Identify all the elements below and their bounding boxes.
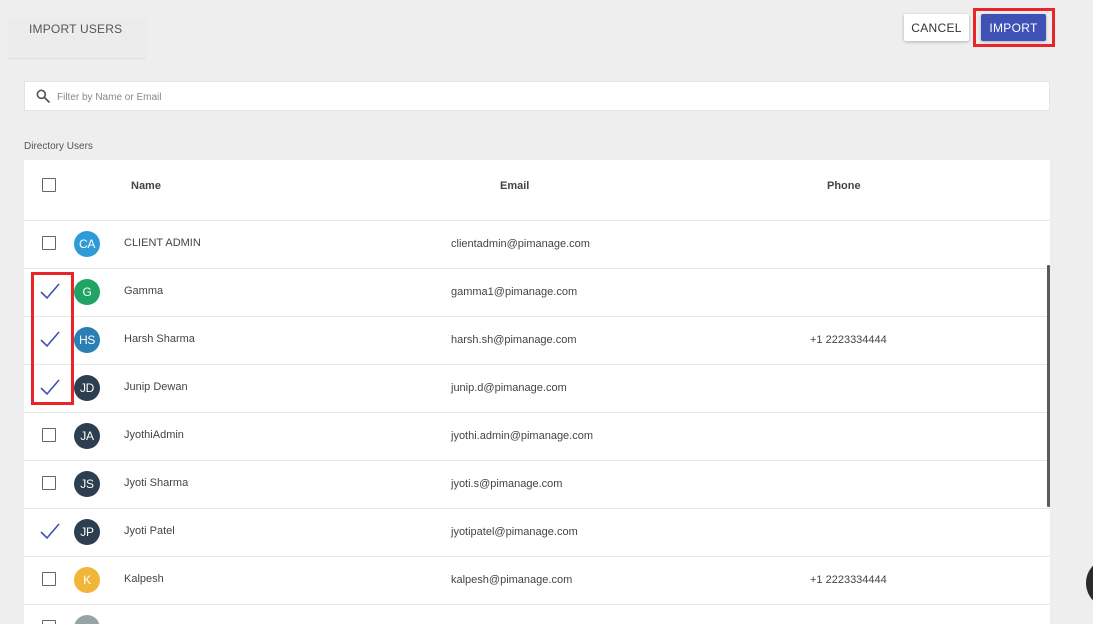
cancel-button[interactable]: CANCEL: [904, 14, 969, 41]
search-icon: [36, 89, 50, 103]
user-email: jyotipatel@pimanage.com: [451, 526, 578, 538]
avatar: JD: [74, 375, 100, 401]
table-header: Name Email Phone: [24, 160, 1050, 221]
table-row[interactable]: JP Jyoti Patel jyotipatel@pimanage.com: [24, 509, 1050, 557]
user-name: Junip Dewan: [124, 381, 188, 393]
table-row[interactable]: G Gamma gamma1@pimanage.com: [24, 269, 1050, 317]
row-checkbox[interactable]: [42, 236, 56, 250]
user-name: CLIENT ADMIN: [124, 237, 201, 249]
chat-fab-button[interactable]: [1086, 558, 1093, 608]
user-name: Gamma: [124, 285, 164, 297]
section-title: Directory Users: [24, 141, 93, 152]
table-row[interactable]: [24, 605, 1050, 624]
table-row[interactable]: JD Junip Dewan junip.d@pimanage.com: [24, 365, 1050, 413]
user-name: JyothiAdmin: [124, 429, 184, 441]
table-row[interactable]: JA JyothiAdmin jyothi.admin@pimanage.com: [24, 413, 1050, 461]
scrollbar[interactable]: [1047, 265, 1050, 507]
user-name: Harsh Sharma: [124, 333, 195, 345]
checkmark-icon[interactable]: [39, 521, 61, 541]
select-all-checkbox[interactable]: [42, 178, 56, 192]
page-title: IMPORT USERS: [8, 18, 146, 58]
checkmark-icon[interactable]: [39, 329, 61, 349]
user-name: Jyoti Patel: [124, 525, 175, 537]
user-email: harsh.sh@pimanage.com: [451, 334, 577, 346]
user-name: Kalpesh: [124, 573, 164, 585]
avatar: G: [74, 279, 100, 305]
avatar: [74, 615, 100, 624]
import-button[interactable]: IMPORT: [981, 14, 1046, 41]
user-email: junip.d@pimanage.com: [451, 382, 567, 394]
checkmark-icon[interactable]: [39, 377, 61, 397]
row-checkbox[interactable]: [42, 476, 56, 490]
table-row[interactable]: CA CLIENT ADMIN clientadmin@pimanage.com: [24, 221, 1050, 269]
user-email: clientadmin@pimanage.com: [451, 238, 590, 250]
table-row[interactable]: K Kalpesh kalpesh@pimanage.com +1 222333444…: [24, 557, 1050, 605]
user-email: jyoti.s@pimanage.com: [451, 478, 563, 490]
user-phone: +1 2223334444: [810, 574, 887, 586]
avatar: JP: [74, 519, 100, 545]
row-checkbox[interactable]: [42, 428, 56, 442]
user-email: jyothi.admin@pimanage.com: [451, 430, 594, 442]
search-input[interactable]: [57, 87, 1017, 107]
user-phone: +1 2223334444: [810, 334, 887, 346]
avatar: CA: [74, 231, 100, 257]
row-checkbox[interactable]: [42, 572, 56, 586]
checkmark-icon[interactable]: [39, 281, 61, 301]
avatar: HS: [74, 327, 100, 353]
avatar: K: [74, 567, 100, 593]
user-email: kalpesh@pimanage.com: [451, 574, 573, 586]
user-name: Jyoti Sharma: [124, 477, 189, 489]
user-email: gamma1@pimanage.com: [451, 286, 578, 298]
avatar: JS: [74, 471, 100, 497]
table-row[interactable]: JS Jyoti Sharma jyoti.s@pimanage.com: [24, 461, 1050, 509]
row-checkbox[interactable]: [42, 620, 56, 624]
table-row[interactable]: HS Harsh Sharma harsh.sh@pimanage.com +1 22…: [24, 317, 1050, 365]
table-body: CA CLIENT ADMIN clientadmin@pimanage.com G G…: [24, 221, 1050, 624]
column-header-phone[interactable]: Phone: [827, 180, 861, 192]
column-header-email[interactable]: Email: [500, 180, 529, 192]
directory-users-table: Name Email Phone CA CLIENT ADMIN clientadm…: [24, 160, 1050, 624]
column-header-name[interactable]: Name: [131, 180, 161, 192]
avatar: JA: [74, 423, 100, 449]
search-bar: [24, 81, 1050, 111]
page-title-text: IMPORT USERS: [29, 22, 123, 36]
